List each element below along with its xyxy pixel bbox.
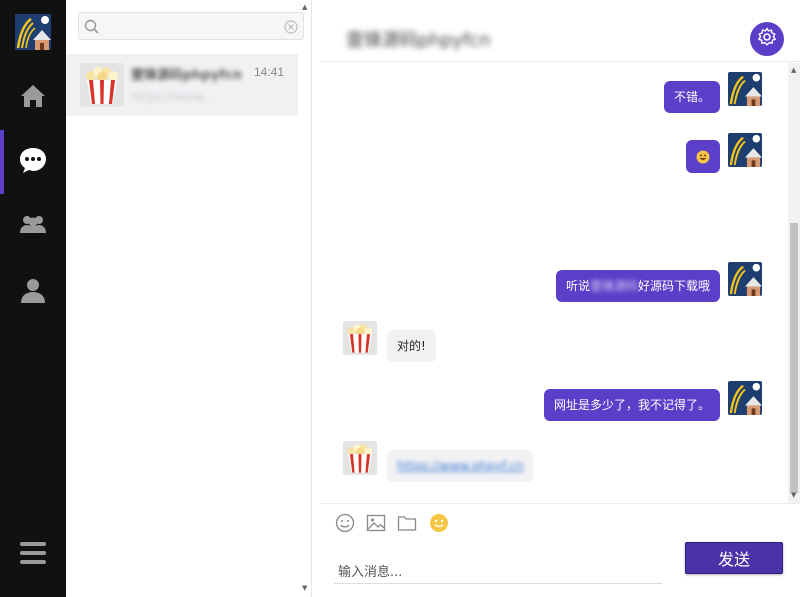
smiley-emoji-icon <box>696 150 710 167</box>
home-icon <box>19 82 47 114</box>
contact-message-avatar <box>343 321 377 355</box>
group-icon <box>18 212 48 240</box>
chat-app: 壹锋源码phpyfcn 14:41 https://www... ▲ ▼ 壹锋源… <box>0 0 800 597</box>
menu-icon[interactable] <box>18 540 48 566</box>
my-message-avatar <box>728 72 762 106</box>
chat-title: 壹锋源码phpyfcn <box>346 30 491 51</box>
clear-search-icon[interactable] <box>284 19 298 34</box>
message-input[interactable] <box>334 562 662 584</box>
sidebar-item-groups[interactable] <box>0 194 66 258</box>
message-bubble-emoji <box>686 140 720 173</box>
chat-panel: 壹锋源码phpyfcn 不错。 听说壹锋源码好源码下载哦 对的! 网址是多少了，… <box>320 6 800 597</box>
contact-message-avatar <box>343 441 377 475</box>
sticker-icon[interactable] <box>429 513 449 533</box>
folder-icon[interactable] <box>397 513 417 533</box>
settings-button[interactable] <box>750 22 784 56</box>
search-box <box>78 12 304 40</box>
gear-icon <box>757 27 777 51</box>
message-text-suffix: 好源码下载哦 <box>637 279 710 293</box>
my-avatar[interactable] <box>15 14 51 50</box>
my-message-avatar <box>728 133 762 167</box>
chat-header: 壹锋源码phpyfcn <box>320 6 800 62</box>
conversation-time: 14:41 <box>253 65 284 79</box>
user-icon <box>19 276 47 308</box>
message-bubble: 听说壹锋源码好源码下载哦 <box>555 270 720 302</box>
scroll-down-icon[interactable]: ▼ <box>302 584 307 592</box>
scroll-up-icon[interactable]: ▲ <box>791 66 796 74</box>
sidebar-item-profile[interactable] <box>0 260 66 324</box>
send-button[interactable]: 发送 <box>685 542 783 574</box>
search-icon <box>83 18 101 36</box>
message-link[interactable]: https://www.phpyf.cn <box>397 459 523 473</box>
conversation-item[interactable]: 壹锋源码phpyfcn 14:41 https://www... <box>66 54 298 116</box>
my-message-avatar <box>728 262 762 296</box>
sidebar <box>0 0 66 597</box>
message-text-prefix: 听说 <box>565 279 590 293</box>
message-scrollbar[interactable]: ▲ ▼ <box>788 63 800 503</box>
message-bubble: 不错。 <box>663 81 720 113</box>
image-icon[interactable] <box>366 513 386 533</box>
scrollbar-thumb[interactable] <box>790 223 798 493</box>
sidebar-item-home[interactable] <box>0 66 66 130</box>
conversation-preview: https://www... <box>131 90 214 104</box>
popcorn-avatar <box>80 63 124 107</box>
scroll-down-icon[interactable]: ▼ <box>791 491 796 499</box>
my-message-avatar <box>728 381 762 415</box>
list-scrollbar[interactable]: ▲ ▼ <box>299 0 311 597</box>
message-bubble: 网址是多少了，我不记得了。 <box>543 389 720 421</box>
message-bubble-link: https://www.phpyf.cn <box>387 450 534 482</box>
search-input[interactable] <box>105 16 275 36</box>
message-bubble: 对的! <box>387 330 436 362</box>
conversation-list-panel: 壹锋源码phpyfcn 14:41 https://www... ▲ ▼ <box>66 0 312 597</box>
message-text-blurred: 壹锋源码 <box>589 279 638 293</box>
conversation-name: 壹锋源码phpyfcn <box>131 68 242 83</box>
scroll-up-icon[interactable]: ▲ <box>302 3 307 11</box>
sidebar-item-chats[interactable] <box>0 130 66 194</box>
composer: 发送 <box>320 503 800 597</box>
emoji-icon[interactable] <box>335 513 355 533</box>
message-list: 不错。 听说壹锋源码好源码下载哦 对的! 网址是多少了，我不记得了。 https… <box>320 63 788 503</box>
chat-icon <box>18 146 48 178</box>
